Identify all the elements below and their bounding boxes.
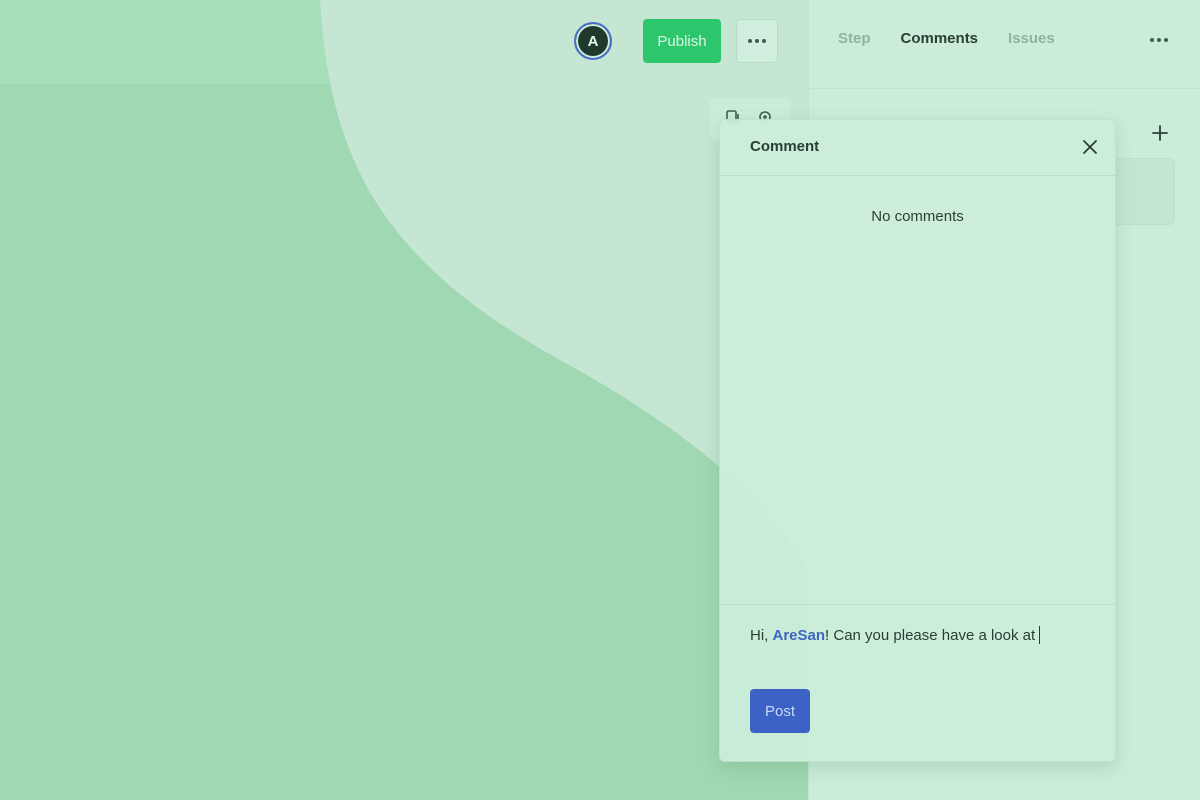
- post-button[interactable]: Post: [750, 689, 810, 733]
- right-panel-tabs: Step Comments Issues: [838, 30, 1055, 47]
- right-panel-divider: [808, 88, 1200, 89]
- close-icon[interactable]: [1080, 137, 1100, 157]
- comment-input[interactable]: Hi, AreSan ! Can you please have a look …: [750, 620, 1090, 650]
- dialog-title: Comment: [750, 138, 820, 155]
- tab-issues[interactable]: Issues: [1008, 30, 1055, 47]
- comment-text-suffix: ! Can you please have a look at: [825, 626, 1036, 644]
- text-caret: [1039, 626, 1041, 644]
- publish-button[interactable]: Publish: [643, 19, 721, 63]
- plus-icon[interactable]: [1151, 124, 1169, 142]
- dialog-divider: [720, 175, 1115, 176]
- empty-state-text: No comments: [871, 208, 964, 225]
- user-avatar[interactable]: A: [574, 22, 612, 60]
- toolbar-more-button[interactable]: [736, 19, 778, 63]
- avatar-initial: A: [587, 32, 599, 50]
- user-mention[interactable]: AreSan: [773, 627, 826, 644]
- app-stage: A Publish Step Comments Issues Comment N…: [0, 0, 1200, 800]
- more-horizontal-icon: [1150, 38, 1168, 42]
- tab-comments[interactable]: Comments: [901, 30, 979, 47]
- dialog-divider: [720, 604, 1115, 605]
- more-horizontal-icon: [748, 39, 766, 43]
- comment-dialog: Comment No comments Hi, AreSan ! Can you…: [719, 119, 1116, 762]
- comment-text-prefix: Hi,: [750, 626, 773, 644]
- tab-step[interactable]: Step: [838, 30, 871, 47]
- right-panel-more-button[interactable]: [1150, 38, 1168, 42]
